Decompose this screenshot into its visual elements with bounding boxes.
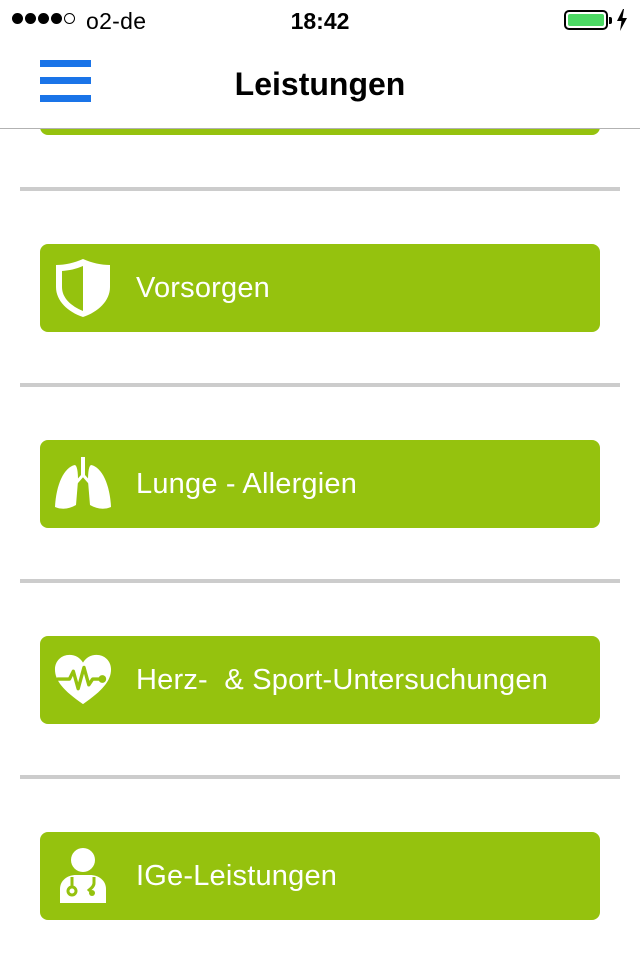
lunge-allergien-button[interactable]: Lunge - Allergien (40, 440, 600, 528)
list-item-label: Lunge - Allergien (136, 467, 358, 500)
charging-bolt-icon (617, 9, 627, 31)
page-title: Leistungen (234, 66, 406, 102)
shield-icon (54, 259, 112, 317)
list-item-label: Herz- & Sport-Untersuchungen (136, 663, 548, 696)
list-item-label: IGe-Leistungen (136, 859, 338, 892)
services-list[interactable]: Vorsorgen Lunge - Allergien Herz- & Spor… (0, 129, 640, 960)
separator (20, 775, 620, 779)
list-button-partial[interactable] (40, 129, 600, 135)
battery-icon (564, 10, 612, 30)
vorsorgen-button[interactable]: Vorsorgen (40, 244, 600, 332)
herz-sport-button[interactable]: Herz- & Sport-Untersuchungen (40, 636, 600, 724)
status-bar: o2-de 18:42 (0, 0, 640, 40)
ige-leistungen-button[interactable]: IGe-Leistungen (40, 832, 600, 920)
separator (20, 579, 620, 583)
separator (20, 187, 620, 191)
navigation-bar: Leistungen (0, 40, 640, 129)
separator (20, 383, 620, 387)
lungs-icon (54, 455, 112, 513)
doctor-icon (54, 847, 112, 905)
list-item-label: Vorsorgen (136, 271, 270, 304)
heart-pulse-icon (54, 651, 112, 709)
status-time: 18:42 (290, 8, 350, 34)
